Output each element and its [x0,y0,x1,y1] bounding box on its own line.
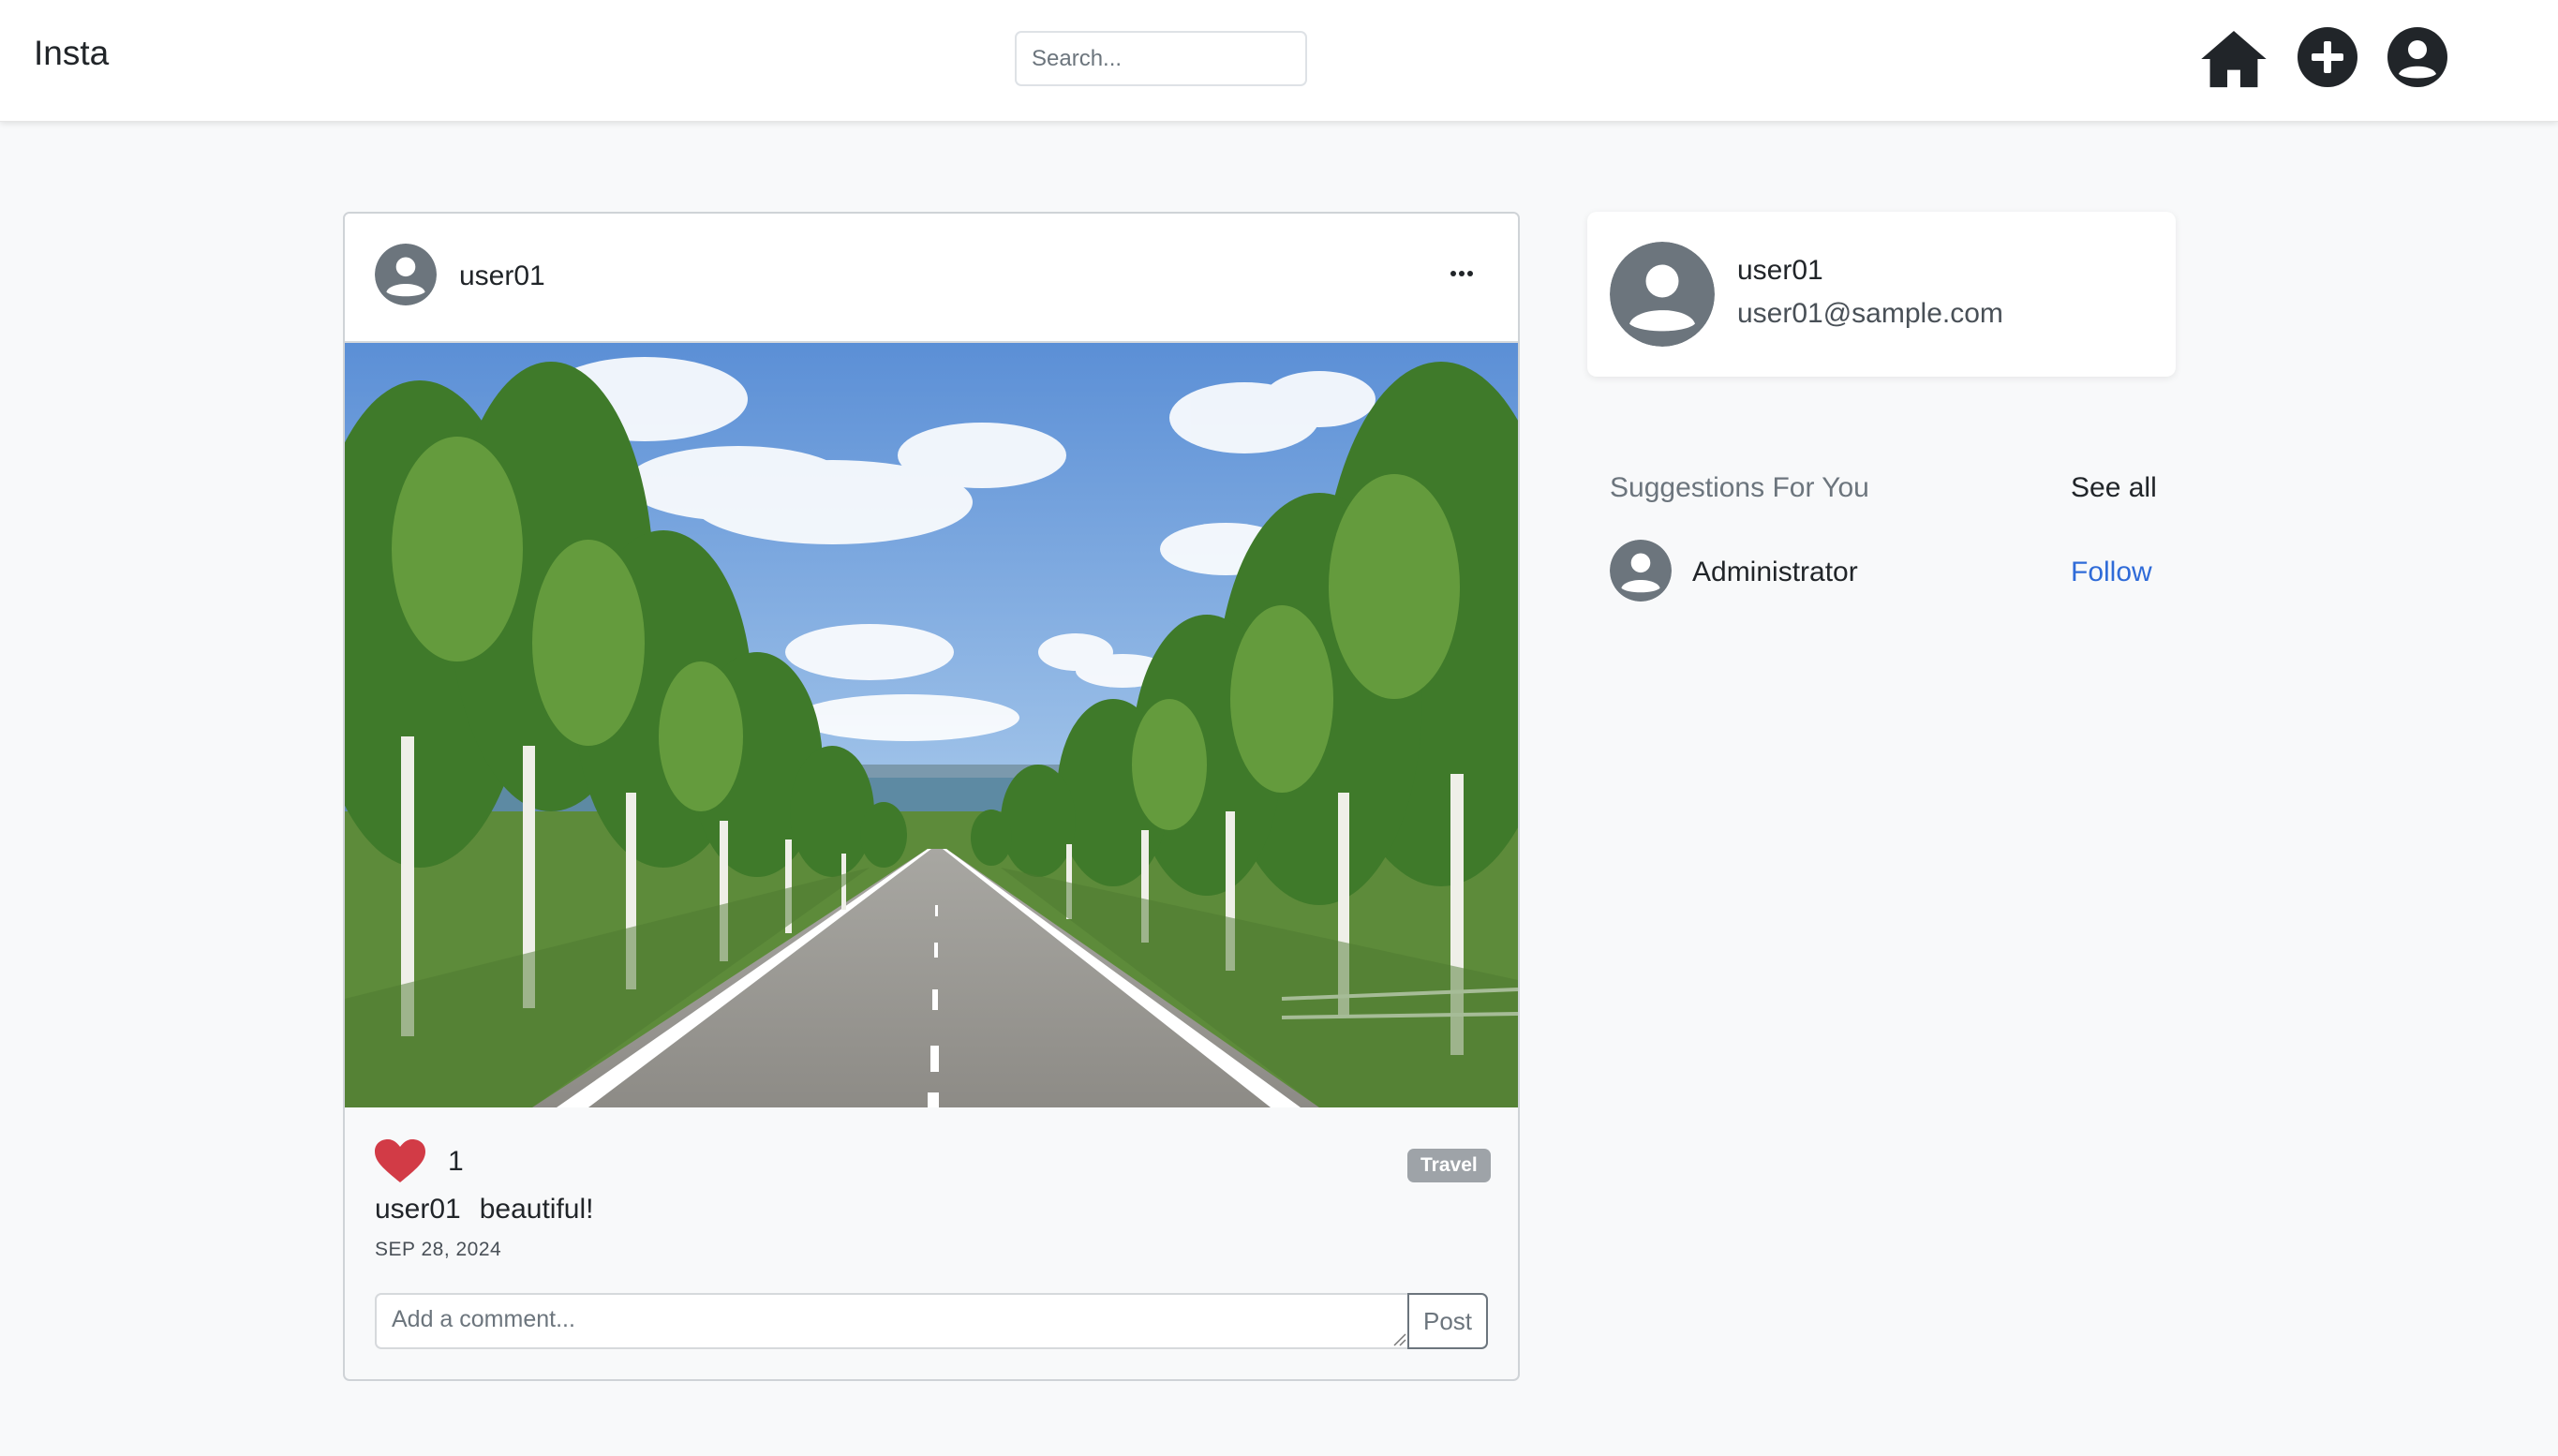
home-icon[interactable] [2199,24,2268,94]
post-comment-button[interactable]: Post [1407,1293,1488,1349]
post-image [345,343,1518,1107]
heart-icon[interactable] [375,1139,425,1184]
profile-card: user01 user01@sample.com [1587,212,2176,377]
search-input[interactable] [1015,31,1307,86]
profile-email: user01@sample.com [1737,298,2003,329]
plus-circle-icon[interactable] [2298,27,2357,87]
post-header: user01 [345,214,1518,343]
caption-username[interactable]: user01 [375,1194,461,1225]
suggestion-avatar[interactable] [1610,540,1672,602]
user-circle-icon[interactable] [2387,27,2447,87]
profile-username[interactable]: user01 [1737,255,1823,287]
post-author-username[interactable]: user01 [459,260,545,292]
post-card: user01 1 Travel user01 beautiful! SEP 28… [343,212,1520,1381]
like-count: 1 [448,1146,464,1177]
resize-handle-icon[interactable] [1392,1332,1407,1347]
post-date: SEP 28, 2024 [375,1239,502,1260]
post-author-avatar[interactable] [375,244,437,305]
brand-logo-link[interactable]: Insta [34,34,109,73]
suggestions-heading: Suggestions For You [1610,472,1869,503]
profile-avatar[interactable] [1610,242,1715,347]
suggestion-username[interactable]: Administrator [1692,557,1858,588]
post-caption: user01 beautiful! [375,1194,594,1226]
comment-input[interactable] [375,1293,1409,1349]
category-badge[interactable]: Travel [1407,1149,1491,1182]
top-navbar: Insta [0,0,2558,122]
follow-button[interactable]: Follow [2071,557,2152,588]
see-all-link[interactable]: See all [2071,472,2157,504]
caption-text: beautiful! [479,1194,594,1225]
more-options-icon[interactable] [1443,255,1480,292]
